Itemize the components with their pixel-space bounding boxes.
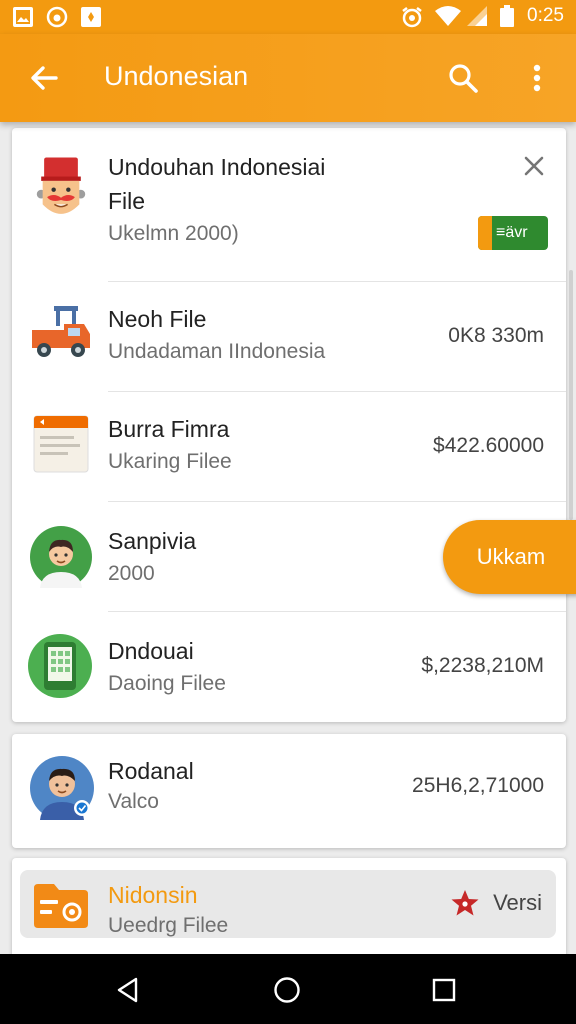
status-time: 0:25: [527, 5, 564, 26]
image-icon: [13, 7, 33, 27]
more-vert-icon[interactable]: [522, 60, 552, 96]
scrollbar[interactable]: [569, 270, 573, 520]
item-subtitle: 2000: [108, 562, 155, 585]
system-nav-bar: [0, 954, 576, 1024]
badge-stripe: [478, 216, 492, 250]
item-title: Undouhan Indonesiai: [108, 154, 326, 180]
list-item[interactable]: Dndouai Daoing Filee $,2238,210M: [12, 612, 566, 722]
list-item[interactable]: Neoh File Undadaman IIndonesia 0K8 330m: [12, 282, 566, 392]
contact-card[interactable]: Rodanal Valco 25H6,2,71000: [12, 734, 566, 848]
folder-icon: [34, 884, 88, 928]
truck-icon: [32, 306, 90, 357]
item-value: 0K8 330m: [448, 324, 544, 347]
alarm-icon: [402, 7, 422, 28]
item-title: Rodanal: [108, 758, 194, 784]
signal-icon: [467, 6, 487, 26]
item-title: Nidonsin: [108, 882, 198, 908]
item-value: 25H6,2,71000: [412, 774, 544, 797]
back-triangle-icon[interactable]: [114, 976, 142, 1004]
calculator-icon: [28, 634, 92, 698]
badge-label: ≡ävr: [496, 224, 528, 241]
version-label: Versi: [493, 890, 542, 915]
item-subtitle: Daoing Filee: [108, 672, 226, 695]
item-title: Sanpivia: [108, 528, 197, 554]
home-circle-icon[interactable]: [273, 976, 301, 1004]
file-list-card: Undouhan Indonesiai File Ukelmn 2000) ≡ä…: [12, 128, 576, 722]
recents-square-icon[interactable]: [430, 976, 458, 1004]
item-title: Dndouai: [108, 638, 194, 664]
close-icon[interactable]: [522, 154, 546, 178]
app-icon: [46, 6, 68, 28]
list-item[interactable]: Undouhan Indonesiai File Ukelmn 2000) ≡ä…: [12, 128, 566, 282]
selected-card[interactable]: Nidonsin Ueedrg Filee Versi: [12, 858, 566, 968]
star-icon[interactable]: [450, 888, 480, 918]
item-subtitle: Ueedrg Filee: [108, 914, 229, 937]
app-bar: Undonesian: [0, 34, 576, 122]
status-badge: ≡ävr: [478, 216, 548, 250]
status-bar: 0:25: [0, 0, 576, 34]
man-fez-avatar-icon: [36, 157, 86, 214]
item-title: Neoh File: [108, 306, 207, 332]
item-value: $,2238,210M: [421, 654, 544, 677]
search-icon[interactable]: [445, 60, 481, 96]
item-value: $422.60000: [433, 434, 544, 457]
list-item[interactable]: Burra Fimra Ukaring Filee $422.60000: [12, 392, 566, 502]
item-title-line2: File: [108, 188, 146, 214]
action-pill-button[interactable]: Ukkam: [443, 520, 576, 594]
back-arrow-icon[interactable]: [26, 60, 62, 96]
notification-icon: [81, 7, 101, 27]
battery-icon: [500, 5, 514, 27]
document-icon: [33, 415, 89, 473]
item-subtitle: Valco: [108, 790, 159, 813]
page-title: Undonesian: [104, 61, 249, 91]
man-avatar-icon: [30, 756, 94, 820]
item-subtitle: Undadaman IIndonesia: [108, 340, 326, 363]
item-subtitle: Ukaring Filee: [108, 450, 232, 473]
boy-avatar-icon: [30, 526, 92, 588]
wifi-icon: [435, 6, 461, 26]
item-subtitle: Ukelmn 2000): [108, 222, 239, 245]
item-title: Burra Fimra: [108, 416, 230, 442]
